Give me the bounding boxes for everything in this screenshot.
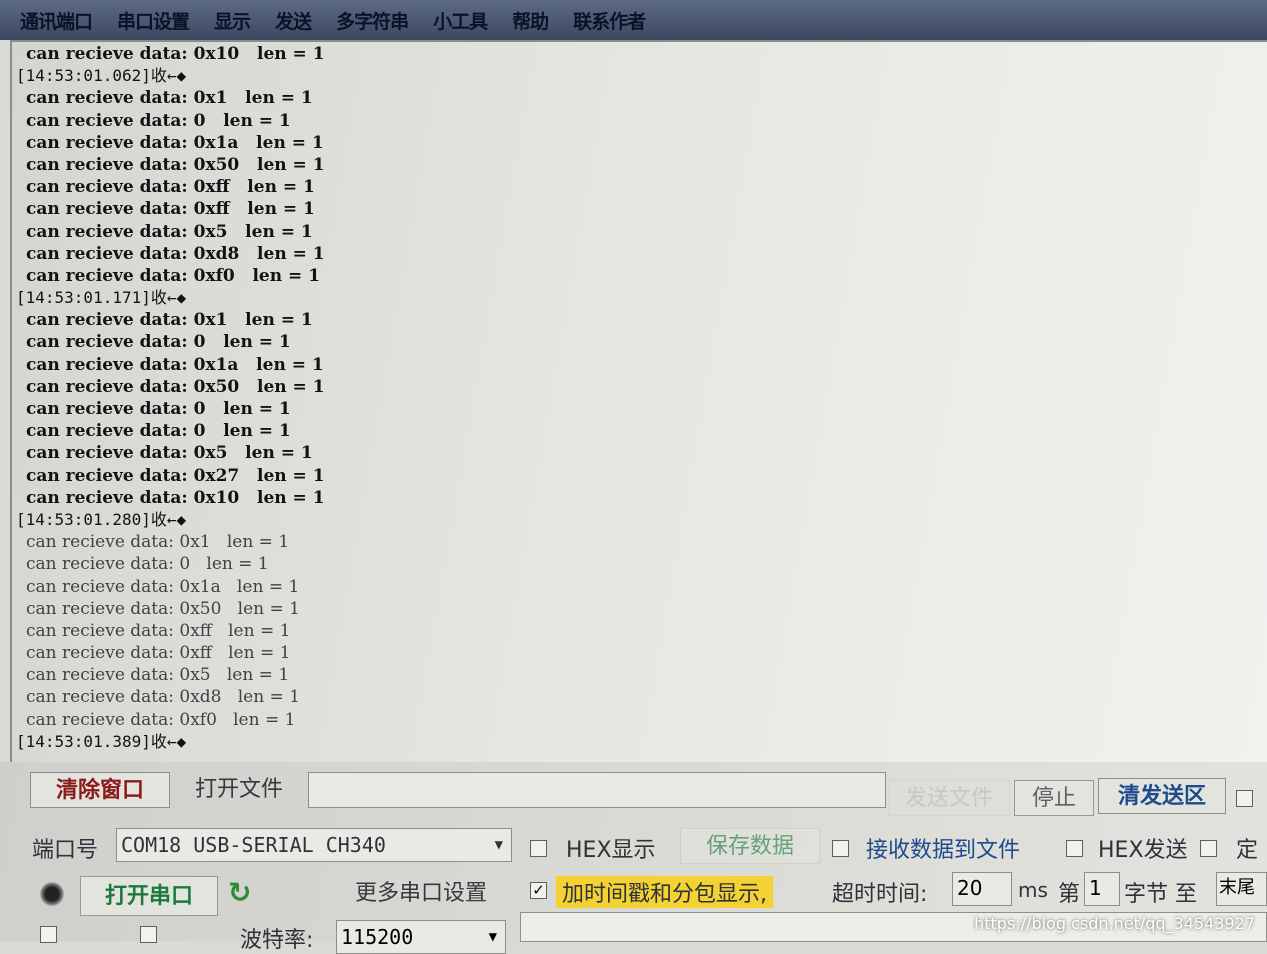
data-line: can recieve data: 0x5 len = 1	[26, 221, 313, 242]
baud-label: 波特率:	[240, 928, 314, 953]
hex-send-checkbox[interactable]	[1066, 840, 1083, 857]
hex-display-checkbox[interactable]	[530, 840, 547, 857]
port-status-icon	[40, 882, 64, 906]
data-line: can recieve data: 0x50 len = 1	[26, 154, 325, 175]
data-line: can recieve data: 0x1a len = 1	[26, 354, 324, 375]
hex-display-label: HEX显示	[566, 838, 656, 863]
data-line: can recieve data: 0x10 len = 1	[26, 44, 325, 64]
more-settings-button[interactable]: 更多串口设置	[336, 876, 506, 912]
timestamp-checkbox[interactable]: ✓	[530, 882, 547, 899]
menu-item[interactable]: 联系作者	[573, 7, 646, 34]
data-line: can recieve data: 0 len = 1	[26, 554, 269, 575]
port-value: COM18 USB-SERIAL CH340	[121, 833, 386, 857]
baud-select[interactable]: 115200 ▼	[336, 920, 506, 954]
receive-lines: can recieve data: 0x10 len = 1 [14:53:01.…	[16, 43, 325, 753]
hex-send-label: HEX发送	[1098, 838, 1188, 863]
clear-send-button[interactable]: 清发送区	[1098, 778, 1226, 814]
menu-item[interactable]: 帮助	[512, 7, 549, 34]
data-line: can recieve data: 0x1a len = 1	[26, 132, 324, 153]
menu-item[interactable]: 显示	[214, 7, 251, 34]
data-line: can recieve data: 0x5 len = 1	[26, 665, 290, 686]
nth-input[interactable]: 1	[1084, 872, 1120, 906]
timeout-unit: ms	[1018, 878, 1048, 902]
menu-item[interactable]: 多字符串	[336, 7, 409, 34]
send-file-button[interactable]: 发送文件	[888, 780, 1010, 816]
open-file-button[interactable]: 打开文件	[174, 772, 304, 808]
data-line: can recieve data: 0xd8 len = 1	[26, 243, 325, 264]
watermark: https://blog.csdn.net/qq_34543927	[974, 914, 1255, 933]
data-line: can recieve data: 0 len = 1	[26, 399, 291, 419]
timestamp-line: [14:53:01.389]收←◆	[16, 731, 187, 751]
data-line: can recieve data: 0xff len = 1	[26, 620, 291, 641]
menu-item[interactable]: 通讯端口	[20, 7, 93, 34]
clear-window-button[interactable]: 清除窗口	[30, 772, 170, 808]
option-checkbox-1[interactable]	[40, 926, 57, 943]
timed-send-checkbox[interactable]	[1200, 840, 1217, 857]
timeout-label: 超时时间:	[832, 882, 928, 907]
menu-bar: 通讯端口 串口设置 显示 发送 多字符串 小工具 帮助 联系作者	[0, 0, 1267, 40]
byte-to-label: 字节 至	[1124, 882, 1197, 907]
open-port-button[interactable]: 打开串口	[80, 876, 218, 916]
end-input[interactable]: 末尾	[1216, 872, 1267, 906]
menu-item[interactable]: 串口设置	[117, 7, 190, 34]
data-line: can recieve data: 0x27 len = 1	[26, 465, 325, 486]
stop-button[interactable]: 停止	[1014, 780, 1094, 816]
data-line: can recieve data: 0 len = 1	[26, 110, 291, 131]
data-line: can recieve data: 0x1 len = 1	[26, 310, 313, 331]
file-path-field[interactable]	[308, 772, 886, 808]
data-line: can recieve data: 0xf0 len = 1	[26, 709, 296, 730]
data-line: can recieve data: 0xf0 len = 1	[26, 265, 321, 286]
data-line: can recieve data: 0xff len = 1	[26, 199, 315, 220]
timeout-input[interactable]: 20	[952, 872, 1012, 906]
data-line: can recieve data: 0x5 len = 1	[26, 443, 313, 464]
menu-item[interactable]: 小工具	[433, 7, 488, 34]
receive-area[interactable]: can recieve data: 0x10 len = 1 [14:53:01.…	[10, 40, 1267, 762]
save-data-button[interactable]: 保存数据	[680, 828, 820, 864]
data-line: can recieve data: 0x50 len = 1	[26, 598, 300, 619]
baud-value: 115200	[341, 925, 414, 949]
data-line: can recieve data: 0x1 len = 1	[26, 88, 313, 109]
timestamp-label: 加时间戳和分包显示,	[556, 876, 773, 908]
recv-to-file-label: 接收数据到文件	[866, 838, 1021, 863]
timed-send-label: 定	[1236, 838, 1259, 863]
data-line: can recieve data: 0xd8 len = 1	[26, 687, 301, 708]
dropdown-arrow-icon[interactable]: ▼	[495, 829, 503, 861]
data-line: can recieve data: 0x50 len = 1	[26, 376, 325, 397]
port-label: 端口号	[32, 838, 99, 863]
timestamp-line: [14:53:01.062]收←◆	[16, 66, 187, 86]
timestamp-line: [14:53:01.171]收←◆	[16, 288, 187, 308]
refresh-icon[interactable]: ↻	[228, 876, 251, 909]
data-line: can recieve data: 0x1 len = 1	[26, 532, 290, 553]
menu-item[interactable]: 发送	[275, 7, 312, 34]
data-line: can recieve data: 0xff len = 1	[26, 643, 291, 664]
port-select[interactable]: COM18 USB-SERIAL CH340 ▼	[116, 828, 512, 862]
timed-send-checkbox-top[interactable]	[1236, 790, 1253, 807]
nth-label: 第	[1058, 882, 1081, 907]
recv-to-file-checkbox[interactable]	[832, 840, 849, 857]
data-line: can recieve data: 0xff len = 1	[26, 177, 315, 198]
baud-dropdown-arrow-icon[interactable]: ▼	[489, 921, 497, 953]
control-panel: 清除窗口 打开文件 发送文件 停止 清发送区 端口号 COM18 USB-SER…	[0, 762, 1267, 954]
data-line: can recieve data: 0x1a len = 1	[26, 576, 300, 597]
data-line: can recieve data: 0 len = 1	[26, 332, 291, 353]
data-line: can recieve data: 0x10 len = 1	[26, 487, 325, 508]
option-checkbox-2[interactable]	[140, 926, 157, 943]
data-line: can recieve data: 0 len = 1	[26, 421, 291, 442]
timestamp-line: [14:53:01.280]收←◆	[16, 509, 187, 529]
